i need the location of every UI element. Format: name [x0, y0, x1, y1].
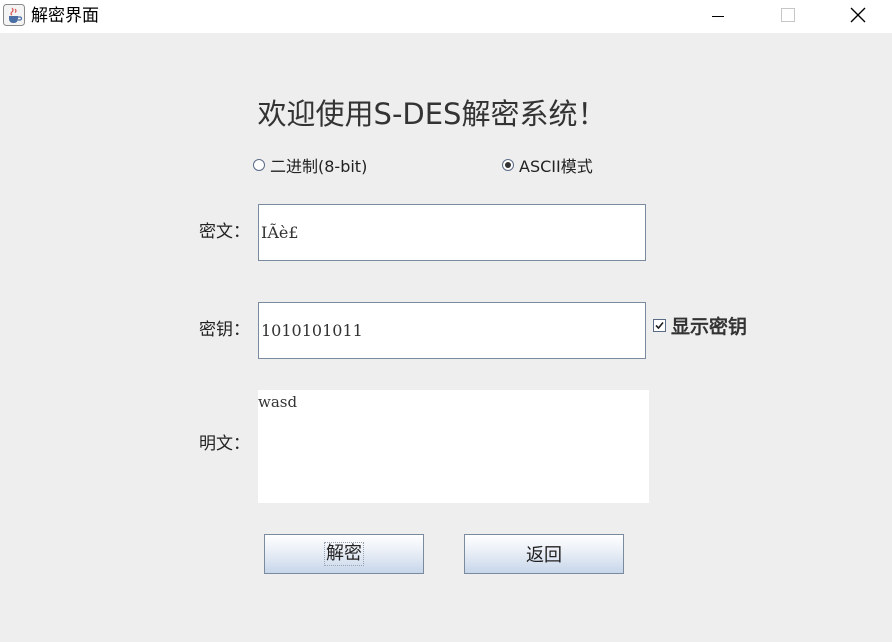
back-button-label: 返回 — [526, 545, 562, 566]
java-cup-icon — [3, 4, 25, 26]
window-title: 解密界面 — [31, 6, 99, 26]
back-button[interactable]: 返回 — [464, 534, 624, 574]
ciphertext-label: 密文： — [199, 222, 250, 242]
key-label: 密钥： — [199, 320, 250, 340]
key-value: 1010101011 — [261, 321, 363, 340]
title-bar: 解密界面 — [0, 0, 892, 33]
radio-button-selected-icon[interactable] — [502, 159, 514, 171]
decrypt-button[interactable]: 解密 — [264, 534, 424, 574]
maximize-icon — [781, 8, 795, 22]
decrypt-button-label: 解密 — [324, 542, 364, 566]
radio-button-icon[interactable] — [253, 159, 265, 171]
page-heading: 欢迎使用S-DES解密系统！ — [257, 97, 607, 131]
plaintext-output[interactable]: wasd — [258, 390, 649, 503]
radio-binary-mode[interactable]: 二进制(8-bit) — [253, 154, 367, 176]
show-key-checkbox[interactable]: 显示密钥 — [653, 313, 748, 338]
checkbox-checked-icon[interactable] — [653, 318, 666, 332]
radio-ascii-mode[interactable]: ASCII模式 — [502, 154, 593, 176]
key-input[interactable]: 1010101011 — [258, 302, 646, 359]
minimize-icon — [712, 16, 724, 17]
ciphertext-value: IÃè£ — [261, 223, 299, 242]
close-button[interactable] — [834, 0, 880, 33]
ciphertext-input[interactable]: IÃè£ — [258, 204, 646, 261]
plaintext-label: 明文： — [199, 434, 250, 454]
show-key-label: 显示密钥 — [671, 315, 748, 338]
minimize-button[interactable] — [695, 0, 741, 33]
close-icon — [850, 7, 866, 23]
maximize-button[interactable] — [765, 0, 811, 33]
radio-ascii-label: ASCII模式 — [519, 157, 593, 176]
decrypt-window: 解密界面 欢迎使用S-DES解密系统！ 二进制(8-bit) ASCII模式 密… — [0, 0, 892, 642]
radio-binary-label: 二进制(8-bit) — [270, 157, 368, 176]
